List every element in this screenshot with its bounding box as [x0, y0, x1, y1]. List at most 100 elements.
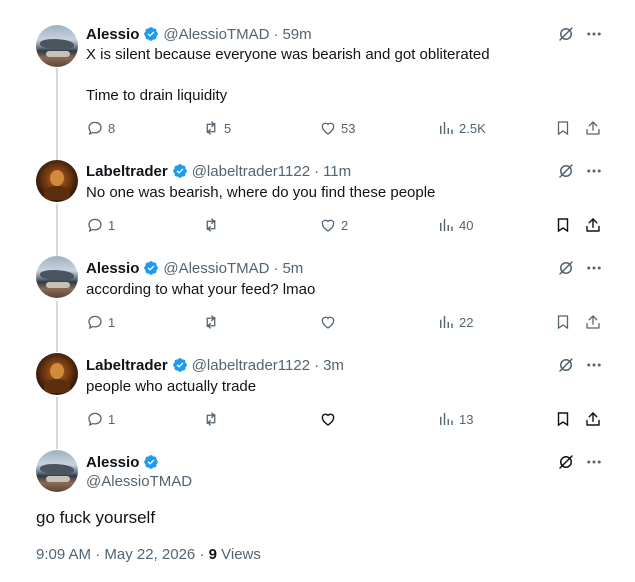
verified-badge-icon — [144, 455, 159, 469]
timestamp[interactable]: 11m — [323, 163, 351, 180]
repost-icon — [206, 121, 216, 135]
reply-icon — [88, 218, 102, 233]
repost-button[interactable] — [202, 312, 224, 332]
share-icon — [586, 218, 600, 232]
reply-icon — [88, 412, 102, 427]
like-button[interactable] — [319, 409, 341, 429]
more-icon[interactable] — [585, 453, 603, 471]
bookmark-icon — [557, 121, 569, 136]
repost-button[interactable]: 5 — [202, 118, 231, 138]
author-name[interactable]: Labeltrader — [86, 163, 168, 180]
tweet-text: according to what your feed? lmao — [86, 281, 316, 298]
repost-icon — [206, 315, 216, 329]
bookmark-icon — [557, 218, 569, 233]
share-button[interactable] — [584, 312, 602, 332]
tweet-header: Alessio @AlessioTMAD · 5m — [86, 258, 303, 278]
author-handle[interactable]: @AlessioTMAD — [163, 26, 269, 43]
views-button[interactable]: 22 — [437, 312, 473, 332]
tweet-meta: 9:09 AM · May 22, 2026 · 9 Views — [36, 546, 261, 563]
author-handle[interactable]: @labeltrader1122 — [192, 163, 310, 180]
tweet-actions: 1 2 40 — [0, 215, 635, 235]
verified-badge-icon — [144, 261, 159, 275]
avatar[interactable] — [36, 256, 78, 298]
separator-dot: · — [199, 546, 209, 563]
like-button[interactable]: 53 — [319, 118, 355, 138]
avatar[interactable] — [36, 450, 78, 492]
reply-icon — [88, 315, 102, 330]
avatar[interactable] — [36, 160, 78, 202]
author-handle[interactable]: @AlessioTMAD — [163, 260, 269, 277]
bookmark-icon — [557, 412, 569, 427]
verified-badge-icon — [144, 27, 159, 41]
author-name[interactable]: Alessio — [86, 454, 139, 471]
more-icon[interactable] — [585, 162, 603, 180]
share-icon — [586, 412, 600, 426]
reply-button[interactable]: 8 — [86, 118, 115, 138]
bookmark-button[interactable] — [554, 215, 572, 235]
grok-icon[interactable] — [557, 25, 575, 43]
separator-dot: · — [314, 162, 320, 180]
avatar[interactable] — [36, 353, 78, 395]
reply-button[interactable]: 1 — [86, 409, 115, 429]
author-name[interactable]: Alessio — [86, 26, 139, 43]
views-button[interactable]: 13 — [437, 409, 473, 429]
reply-icon — [88, 121, 102, 136]
bookmark-button[interactable] — [554, 118, 572, 138]
views-icon — [440, 219, 453, 231]
author-name[interactable]: Labeltrader — [86, 357, 168, 374]
tweet-header: Alessio @AlessioTMAD · 59m — [86, 24, 312, 44]
tweet-text: Time to drain liquidity — [86, 87, 228, 104]
reply-button[interactable]: 1 — [86, 215, 115, 235]
views-button[interactable]: 2.5K — [437, 118, 486, 138]
like-button[interactable] — [319, 312, 341, 332]
repost-icon — [206, 218, 216, 232]
share-button[interactable] — [584, 215, 602, 235]
like-icon — [321, 122, 335, 135]
tweet-actions: 8 5 53 2.5K — [0, 118, 635, 138]
share-button[interactable] — [584, 409, 602, 429]
views-label: Views — [221, 546, 261, 563]
repost-button[interactable] — [202, 409, 224, 429]
author-handle[interactable]: @labeltrader1122 — [192, 357, 310, 374]
like-icon — [321, 316, 335, 329]
separator-dot: · — [273, 259, 279, 277]
reply-button[interactable]: 1 — [86, 312, 115, 332]
grok-icon[interactable] — [557, 259, 575, 277]
tweet-text: X is silent because everyone was bearish… — [86, 46, 490, 63]
grok-icon[interactable] — [557, 162, 575, 180]
views-icon — [440, 122, 453, 134]
like-icon — [321, 413, 335, 426]
tweet-text: people who actually trade — [86, 378, 257, 395]
more-icon[interactable] — [585, 25, 603, 43]
tweet-header: Labeltrader @labeltrader1122 · 3m — [86, 355, 344, 375]
tweet-text: go fuck yourself — [36, 508, 156, 527]
separator-dot: · — [314, 356, 320, 374]
more-icon[interactable] — [585, 356, 603, 374]
repost-button[interactable] — [202, 215, 224, 235]
tweet-actions: 1 22 — [0, 312, 635, 332]
share-button[interactable] — [584, 118, 602, 138]
separator-dot: · — [273, 25, 279, 43]
bookmark-button[interactable] — [554, 312, 572, 332]
grok-icon[interactable] — [557, 453, 575, 471]
timestamp[interactable]: 9:09 AM · May 22, 2026 — [36, 546, 195, 563]
repost-icon — [206, 412, 216, 426]
author-handle[interactable]: @AlessioTMAD — [86, 473, 192, 490]
share-icon — [586, 315, 600, 329]
grok-icon[interactable] — [557, 356, 575, 374]
avatar[interactable] — [36, 25, 78, 67]
bookmark-button[interactable] — [554, 409, 572, 429]
thread-line — [56, 68, 58, 160]
views-icon — [440, 413, 453, 425]
timestamp[interactable]: 3m — [323, 357, 344, 374]
timestamp[interactable]: 59m — [282, 26, 311, 43]
tweet-header: Alessio — [86, 452, 163, 472]
views-button[interactable]: 40 — [437, 215, 473, 235]
timestamp[interactable]: 5m — [282, 260, 303, 277]
author-name[interactable]: Alessio — [86, 260, 139, 277]
tweet-text: No one was bearish, where do you find th… — [86, 184, 436, 201]
more-icon[interactable] — [585, 259, 603, 277]
tweet-header: Labeltrader @labeltrader1122 · 11m — [86, 161, 351, 181]
like-button[interactable]: 2 — [319, 215, 348, 235]
views-count: 9 — [208, 546, 217, 563]
